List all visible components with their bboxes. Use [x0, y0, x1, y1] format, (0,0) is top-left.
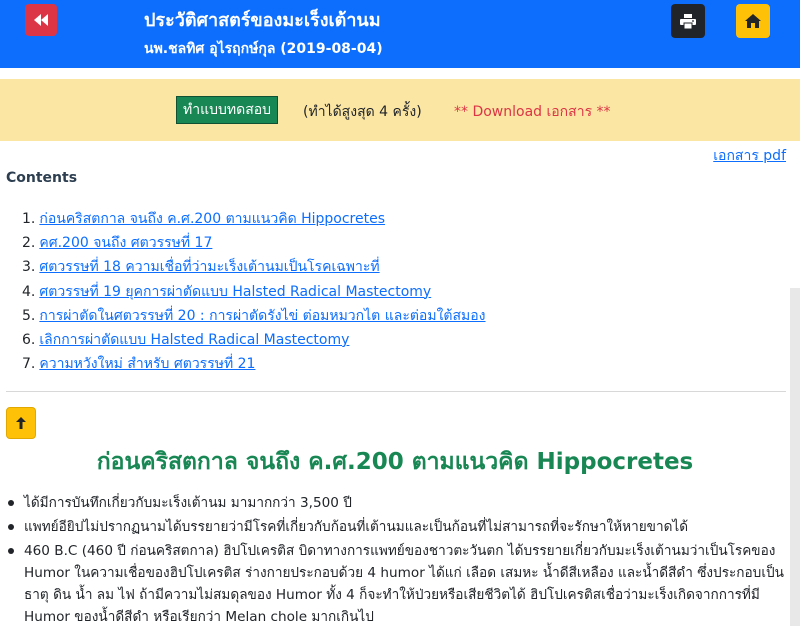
home-button[interactable]	[736, 4, 770, 38]
toc-link[interactable]: ศตวรรษที่ 19 ยุคการผ่าตัดแบบ Halsted Rad…	[39, 284, 431, 300]
toc-link[interactable]: ก่อนคริสตกาล จนถึง ค.ศ.200 ตามแนวคิด Hip…	[39, 211, 385, 227]
fast-backward-icon	[34, 14, 48, 26]
table-of-contents: 1. ก่อนคริสตกาล จนถึง ค.ศ.200 ตามแนวคิด H…	[0, 207, 790, 376]
toc-link[interactable]: เลิกการผ่าตัดแบบ Halsted Radical Mastect…	[39, 332, 349, 348]
quiz-attempt-note: (ทำได้สูงสุด 4 ครั้ง)	[303, 104, 422, 120]
section-bullet-list: ได้มีการบันทึกเกี่ยวกับมะเร็งเต้านม มามา…	[0, 492, 790, 626]
toc-item: 3. ศตวรรษที่ 18 ความเชื่อที่ว่ามะเร็งเต้า…	[22, 259, 380, 276]
list-item: ได้มีการบันทึกเกี่ยวกับมะเร็งเต้านม มามา…	[0, 492, 790, 514]
top-navbar: ประวัติศาสตร์ของมะเร็งเต้านม นพ.ชลทิศ อุ…	[0, 0, 800, 68]
toc-item: 1. ก่อนคริสตกาล จนถึง ค.ศ.200 ตามแนวคิด H…	[22, 211, 386, 227]
toc-link[interactable]: คศ.200 จนถึง ศตวรรษที่ 17	[39, 235, 212, 251]
back-to-top-button[interactable]	[6, 407, 36, 439]
contents-heading: Contents	[6, 170, 78, 186]
arrow-up-icon	[16, 417, 26, 429]
home-icon	[745, 14, 761, 28]
quiz-banner: ทำแบบทดสอบ (ทำได้สูงสุด 4 ครั้ง) ** Down…	[0, 79, 800, 141]
toc-item: 7. ความหวังใหม่ สำหรับ ศตวรรษที่ 21	[22, 356, 256, 373]
divider	[6, 391, 786, 392]
back-button[interactable]	[25, 4, 57, 36]
toc-item: 6. เลิกการผ่าตัดแบบ Halsted Radical Maste…	[22, 331, 350, 348]
download-document-link[interactable]: ** Download เอกสาร **	[454, 101, 611, 123]
print-icon	[680, 13, 696, 29]
toc-item: 5. การผ่าตัดในศตวรรษที่ 20 : การผ่าตัดรัง…	[22, 307, 486, 324]
toc-link[interactable]: ศตวรรษที่ 18 ความเชื่อที่ว่ามะเร็งเต้านม…	[39, 259, 379, 275]
scrollbar-track[interactable]	[790, 288, 800, 626]
toc-link[interactable]: การผ่าตัดในศตวรรษที่ 20 : การผ่าตัดรังไข…	[39, 308, 485, 324]
list-item: 460 B.C (460 ปี ก่อนคริสตกาล) ฮิปโปเครติ…	[0, 540, 790, 626]
print-button[interactable]	[671, 4, 705, 38]
page-title: ประวัติศาสตร์ของมะเร็งเต้านม	[144, 10, 381, 31]
toc-item: 2. คศ.200 จนถึง ศตวรรษที่ 17	[22, 235, 213, 252]
list-item: แพทย์อียิปไม่ปรากฏนามได้บรรยายว่ามีโรคที…	[0, 516, 790, 538]
take-quiz-button[interactable]: ทำแบบทดสอบ	[176, 96, 279, 124]
section-title: ก่อนคริสตกาล จนถึง ค.ศ.200 ตามแนวคิด Hip…	[96, 449, 694, 475]
author-date: นพ.ชลทิศ อุไรฤกษ์กุล (2019-08-04)	[144, 41, 383, 57]
pdf-document-link[interactable]: เอกสาร pdf	[713, 145, 786, 167]
toc-link[interactable]: ความหวังใหม่ สำหรับ ศตวรรษที่ 21	[39, 356, 255, 372]
toc-item: 4. ศตวรรษที่ 19 ยุคการผ่าตัดแบบ Halsted R…	[22, 283, 432, 300]
